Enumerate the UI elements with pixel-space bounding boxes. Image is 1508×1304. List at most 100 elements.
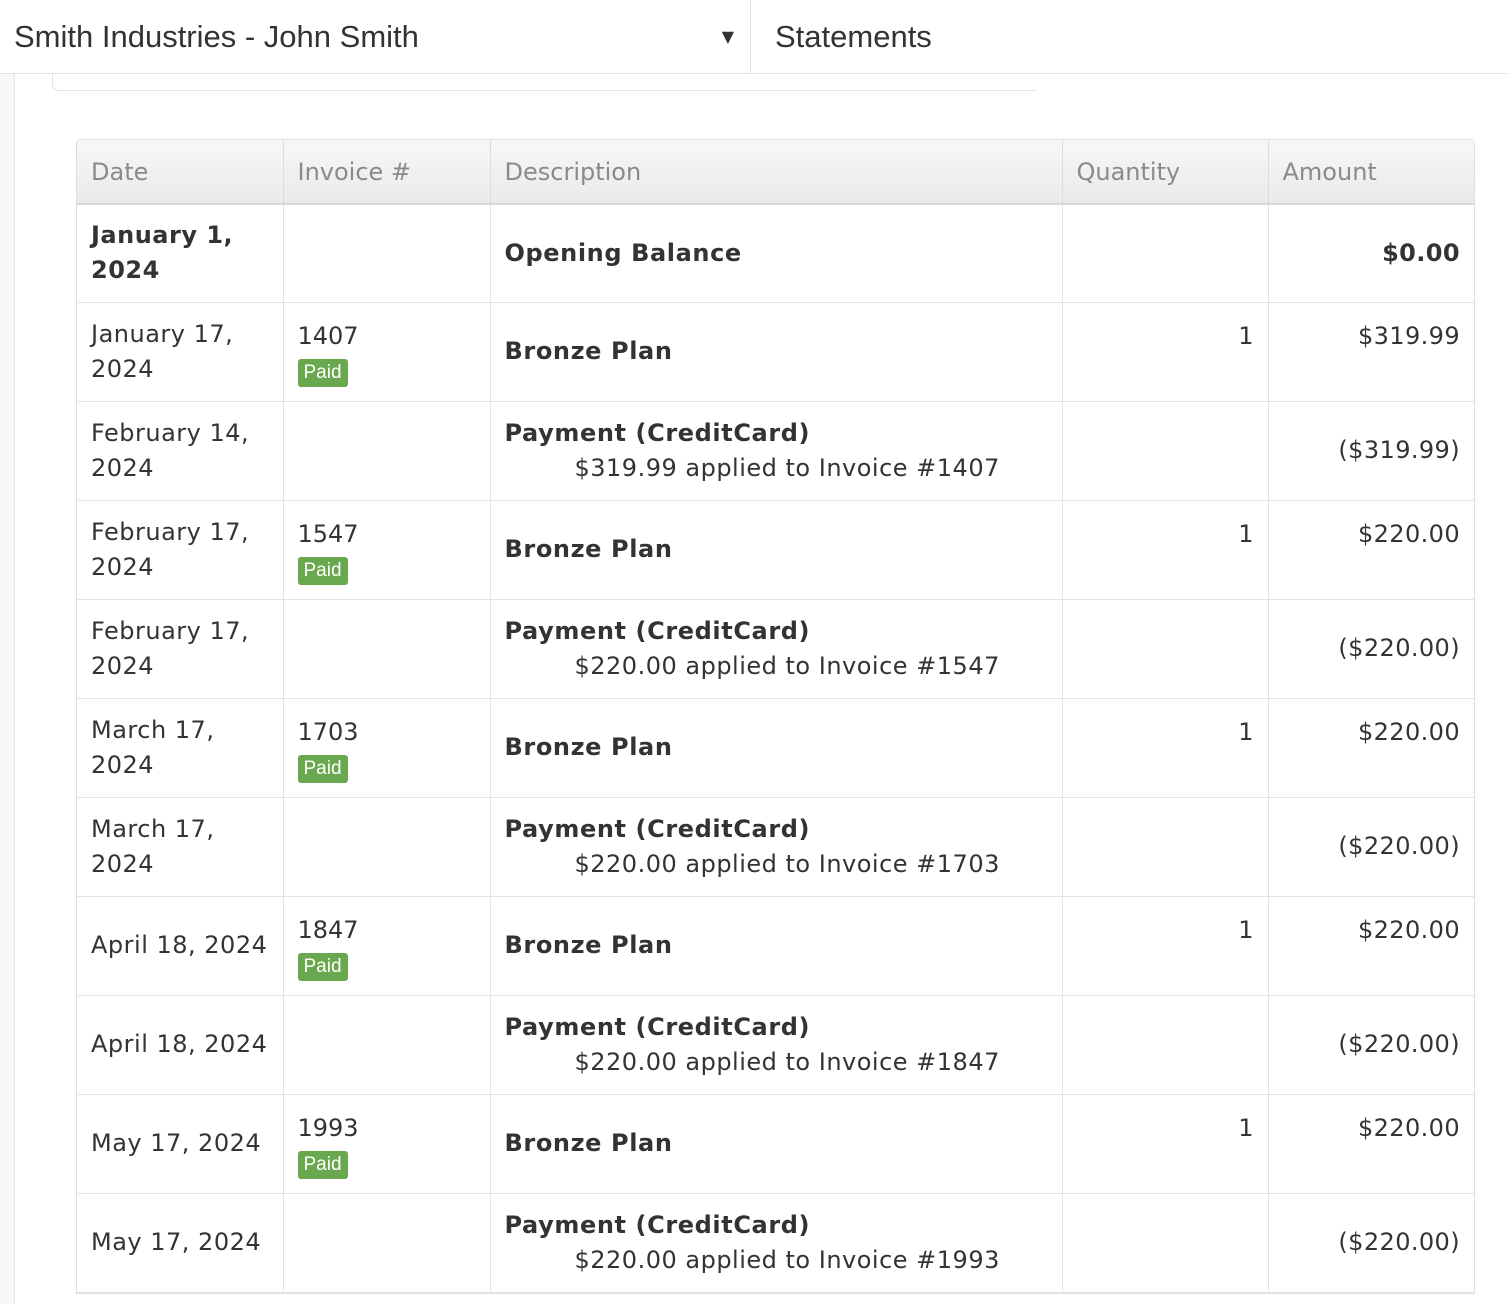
column-header-amount[interactable]: Amount <box>1268 140 1474 205</box>
table-row: February 17, 2024 Payment (CreditCard) $22… <box>77 599 1474 699</box>
row-date: February 17, 2024 <box>77 599 284 699</box>
row-description-detail: $220.00 applied to Invoice #1547 <box>574 651 1000 680</box>
row-quantity <box>1062 995 1269 1095</box>
row-date: April 18, 2024 <box>77 896 284 996</box>
row-invoice: 1703 Paid <box>283 698 491 798</box>
table-header-row: Date Invoice # Description Quantity Amou… <box>77 140 1474 205</box>
row-description-title: Opening Balance <box>504 238 742 267</box>
row-invoice <box>283 995 491 1095</box>
row-invoice <box>283 797 491 897</box>
account-selector[interactable]: Smith Industries - John Smith ▼ <box>0 0 751 73</box>
row-quantity <box>1062 204 1269 303</box>
row-description-title: Payment (CreditCard) <box>504 814 811 843</box>
row-date: January 1, 2024 <box>77 204 284 303</box>
statement-table: Date Invoice # Description Quantity Amou… <box>76 139 1475 1294</box>
row-description: Payment (CreditCard) $319.99 applied to I… <box>490 401 1063 501</box>
row-date: February 14, 2024 <box>77 401 284 501</box>
row-description-detail: $220.00 applied to Invoice #1993 <box>574 1245 1000 1274</box>
row-date: April 18, 2024 <box>77 995 284 1095</box>
status-badge: Paid <box>297 358 348 387</box>
caret-down-icon[interactable]: ▼ <box>722 27 734 46</box>
row-description-title: Payment (CreditCard) <box>504 616 811 645</box>
row-description: Bronze Plan <box>490 500 1063 600</box>
column-header-invoice[interactable]: Invoice # <box>283 140 491 205</box>
row-description-title: Bronze Plan <box>504 931 673 959</box>
column-header-description[interactable]: Description <box>490 140 1063 205</box>
row-date: March 17, 2024 <box>77 797 284 897</box>
table-row: March 17, 2024 1703 Paid Bronze Plan 1 $220.0… <box>77 698 1474 798</box>
row-invoice: 1547 Paid <box>283 500 491 600</box>
row-quantity <box>1062 797 1269 897</box>
row-quantity <box>1062 401 1269 501</box>
table-row: January 17, 2024 1407 Paid Bronze Plan 1 $319… <box>77 302 1474 402</box>
status-badge: Paid <box>297 1150 348 1179</box>
row-description: Opening Balance <box>490 204 1063 303</box>
row-invoice <box>283 599 491 699</box>
row-amount: $220.00 <box>1268 1094 1474 1194</box>
row-description-detail: $220.00 applied to Invoice #1847 <box>574 1047 1000 1076</box>
table-row: May 17, 2024 1993 Paid Bronze Plan 1 $220.00 <box>77 1094 1474 1194</box>
row-invoice <box>283 1193 491 1293</box>
row-amount: $220.00 <box>1268 896 1474 996</box>
opening-balance-row: January 1, 2024 Opening Balance $0.00 <box>77 204 1474 303</box>
status-badge: Paid <box>297 556 348 585</box>
status-badge: Paid <box>297 754 348 783</box>
row-amount: ($319.99) <box>1268 401 1474 501</box>
row-description: Bronze Plan <box>490 1094 1063 1194</box>
row-quantity <box>1062 599 1269 699</box>
panel-edge <box>52 74 1037 91</box>
row-description-title: Payment (CreditCard) <box>504 418 811 447</box>
invoice-number-link[interactable]: 1993 <box>298 1111 476 1145</box>
row-quantity: 1 <box>1062 302 1269 402</box>
row-amount: ($220.00) <box>1268 797 1474 897</box>
row-date: February 17, 2024 <box>77 500 284 600</box>
row-description: Payment (CreditCard) $220.00 applied to I… <box>490 995 1063 1095</box>
row-description-title: Bronze Plan <box>504 733 673 761</box>
row-quantity: 1 <box>1062 500 1269 600</box>
page-title: Statements <box>775 18 932 54</box>
row-date: May 17, 2024 <box>77 1193 284 1293</box>
table-row: April 18, 2024 1847 Paid Bronze Plan 1 $220.0… <box>77 896 1474 996</box>
row-description: Bronze Plan <box>490 896 1063 996</box>
row-date: May 17, 2024 <box>77 1094 284 1194</box>
row-description: Payment (CreditCard) $220.00 applied to I… <box>490 1193 1063 1293</box>
column-header-quantity[interactable]: Quantity <box>1062 140 1269 205</box>
invoice-number-link[interactable]: 1547 <box>298 517 476 551</box>
column-header-date[interactable]: Date <box>77 140 284 205</box>
table-row: February 14, 2024 Payment (CreditCard) $31… <box>77 401 1474 501</box>
row-quantity: 1 <box>1062 896 1269 996</box>
row-description: Bronze Plan <box>490 302 1063 402</box>
row-invoice: 1407 Paid <box>283 302 491 402</box>
row-description-title: Bronze Plan <box>504 535 673 563</box>
row-description-title: Payment (CreditCard) <box>504 1012 811 1041</box>
row-invoice <box>283 204 491 303</box>
row-invoice: 1847 Paid <box>283 896 491 996</box>
row-amount: ($220.00) <box>1268 1193 1474 1293</box>
row-description-title: Bronze Plan <box>504 337 673 365</box>
row-amount: $220.00 <box>1268 698 1474 798</box>
top-bar: Smith Industries - John Smith ▼ Statemen… <box>0 0 1508 74</box>
invoice-number-link[interactable]: 1703 <box>298 715 476 749</box>
row-quantity <box>1062 1193 1269 1293</box>
row-invoice: 1993 Paid <box>283 1094 491 1194</box>
row-amount: $319.99 <box>1268 302 1474 402</box>
row-amount: $220.00 <box>1268 500 1474 600</box>
row-amount: ($220.00) <box>1268 599 1474 699</box>
table-row: May 17, 2024 Payment (CreditCard) $220.00 … <box>77 1193 1474 1293</box>
left-rail <box>0 74 15 1304</box>
row-quantity: 1 <box>1062 698 1269 798</box>
row-date: January 17, 2024 <box>77 302 284 402</box>
table-row: April 18, 2024 Payment (CreditCard) $220.0… <box>77 995 1474 1095</box>
row-description: Payment (CreditCard) $220.00 applied to I… <box>490 599 1063 699</box>
table-row: March 17, 2024 Payment (CreditCard) $220.0… <box>77 797 1474 897</box>
account-name: Smith Industries - John Smith <box>14 18 419 54</box>
invoice-number-link[interactable]: 1407 <box>298 319 476 353</box>
row-description-detail: $319.99 applied to Invoice #1407 <box>574 453 1000 482</box>
row-description-title: Payment (CreditCard) <box>504 1210 811 1239</box>
row-amount: $0.00 <box>1268 204 1474 303</box>
row-description-detail: $220.00 applied to Invoice #1703 <box>574 849 1000 878</box>
row-description-title: Bronze Plan <box>504 1129 673 1157</box>
invoice-number-link[interactable]: 1847 <box>298 913 476 947</box>
table-row: February 17, 2024 1547 Paid Bronze Plan 1 $22… <box>77 500 1474 600</box>
row-description: Bronze Plan <box>490 698 1063 798</box>
